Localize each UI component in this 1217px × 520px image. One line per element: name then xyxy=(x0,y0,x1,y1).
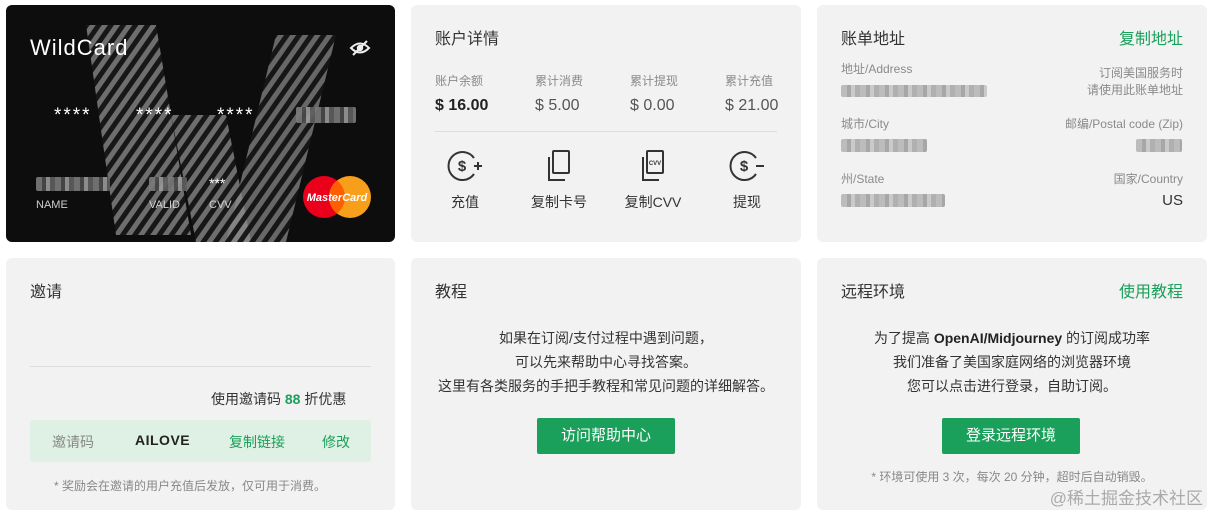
address-label: 地址/Address xyxy=(841,62,913,76)
copy-card-number-button[interactable]: 复制卡号 xyxy=(524,149,594,212)
account-divider xyxy=(435,131,777,132)
card-valid-blurred xyxy=(149,177,187,191)
tutorial-line-3: 这里有各类服务的手把手教程和常见问题的详细解答。 xyxy=(438,378,774,394)
account-details-title: 账户详情 xyxy=(435,31,500,48)
card-name-blurred xyxy=(36,177,110,191)
copy-card-icon xyxy=(548,150,570,181)
tutorial-panel: 教程 如果在订阅/支付过程中遇到问题， 可以先来帮助中心寻找答案。 这里有各类服… xyxy=(411,258,801,510)
state-label: 州/State xyxy=(841,172,885,186)
watermark: @稀土掘金技术社区 xyxy=(1049,489,1203,508)
city-label: 城市/City xyxy=(841,117,890,131)
zip-label: 邮编/Postal code (Zip) xyxy=(1064,117,1183,131)
svg-text:MasterCard: MasterCard xyxy=(307,192,368,204)
copy-card-number-label: 复制卡号 xyxy=(531,194,587,210)
withdraw-label: 提现 xyxy=(733,194,761,210)
stat-spent: 累计消费 $ 5.00 xyxy=(535,72,583,115)
stat-spent-label: 累计消费 xyxy=(535,74,584,88)
dollar-minus-icon: $ xyxy=(729,151,764,181)
login-remote-env-button[interactable]: 登录远程环境 xyxy=(942,418,1080,454)
card-number-group-2: **** xyxy=(136,105,174,126)
copy-address-link[interactable]: 复制地址 xyxy=(1119,25,1183,49)
stat-withdrawn: 累计提现 $ 0.00 xyxy=(630,72,678,115)
mastercard-logo-icon: MasterCard xyxy=(303,176,371,218)
stat-spent-value: $ 5.00 xyxy=(535,97,580,114)
tutorial-title: 教程 xyxy=(435,284,468,301)
card-number-last-blurred xyxy=(296,107,356,123)
state-value-blurred xyxy=(841,194,945,207)
stat-recharged-value: $ 21.00 xyxy=(725,97,779,114)
stat-withdrawn-value: $ 0.00 xyxy=(630,97,675,114)
card-number-group-3: **** xyxy=(217,105,255,126)
billing-address-panel: 账单地址 复制地址 地址/Address 订阅美国服务时 请使用此账单地址 城市… xyxy=(817,5,1207,242)
address-value-blurred xyxy=(841,85,987,97)
wildcard-card: WildCard **** **** **** *** NAME VALID C… xyxy=(6,5,395,242)
stat-balance: 账户余额 $ 16.00 xyxy=(435,72,488,115)
billing-title: 账单地址 xyxy=(841,31,906,48)
invite-discount-text: 使用邀请码 88 折优惠 xyxy=(211,391,347,407)
card-number-group-1: **** xyxy=(54,105,92,126)
card-name-label: NAME xyxy=(36,199,68,211)
remote-env-title: 远程环境 xyxy=(841,284,906,301)
svg-text:CVV: CVV xyxy=(649,161,661,167)
tutorial-line-2: 可以先来帮助中心寻找答案。 xyxy=(515,354,697,370)
country-value: US xyxy=(1162,192,1183,209)
zip-value-blurred xyxy=(1136,139,1182,152)
copy-cvv-label: 复制CVV xyxy=(624,194,682,210)
address-note-2: 请使用此账单地址 xyxy=(1086,83,1183,97)
remote-env-description: 为了提高 OpenAI/Midjourney 的订阅成功率 我们准备了美国家庭网… xyxy=(817,326,1207,398)
stat-withdrawn-label: 累计提现 xyxy=(630,74,679,88)
stat-recharged-label: 累计充值 xyxy=(725,74,774,88)
copy-cvv-button[interactable]: CVV 复制CVV xyxy=(618,149,688,212)
remote-line-3: 您可以点击进行登录，自助订阅。 xyxy=(907,378,1117,394)
address-note-1: 订阅美国服务时 xyxy=(1098,66,1183,80)
invite-panel: 邀请 xyxy=(6,258,395,510)
account-details-panel: 账户详情 账户余额 $ 16.00 累计消费 $ 5.00 累计提现 $ 0.0… xyxy=(411,5,801,242)
card-cvv-value: *** xyxy=(209,175,226,191)
invite-code-label: 邀请码 xyxy=(52,434,94,450)
recharge-button[interactable]: $ 充值 xyxy=(430,149,500,212)
visit-help-center-button[interactable]: 访问帮助中心 xyxy=(537,418,675,454)
tutorial-line-1: 如果在订阅/支付过程中遇到问题， xyxy=(499,330,713,346)
remote-env-panel: 远程环境 使用教程 为了提高 OpenAI/Midjourney 的订阅成功率 … xyxy=(817,258,1207,510)
svg-text:$: $ xyxy=(458,158,467,175)
recharge-label: 充值 xyxy=(451,194,479,210)
copy-invite-link-button[interactable]: 复制链接 xyxy=(229,432,285,452)
invite-discount-number: 88 xyxy=(284,391,301,407)
dollar-plus-icon: $ xyxy=(447,151,482,181)
invite-code-bar: 邀请码 AILOVE 复制链接 修改 xyxy=(30,420,371,462)
remote-env-tutorial-link[interactable]: 使用教程 xyxy=(1119,278,1183,302)
invite-title: 邀请 xyxy=(30,284,63,301)
remote-env-note: * 环境可使用 3 次，每次 20 分钟，超时后自动销毁。 xyxy=(871,470,1153,484)
card-brand: WildCard xyxy=(30,35,129,60)
eye-off-icon[interactable] xyxy=(349,39,371,62)
stat-balance-value: $ 16.00 xyxy=(435,97,489,114)
country-label: 国家/Country xyxy=(1113,172,1183,186)
remote-line-1: 为了提高 OpenAI/Midjourney 的订阅成功率 xyxy=(873,330,1151,346)
edit-invite-code-button[interactable]: 修改 xyxy=(322,432,350,452)
invite-code-value: AILOVE xyxy=(135,432,191,448)
city-value-blurred xyxy=(841,139,927,152)
invite-note: * 奖励会在邀请的用户充值后发放，仅可用于消费。 xyxy=(54,479,327,493)
copy-cvv-icon: CVV xyxy=(642,150,664,181)
card-valid-label: VALID xyxy=(149,199,180,211)
remote-line-2: 我们准备了美国家庭网络的浏览器环境 xyxy=(893,354,1131,370)
svg-text:$: $ xyxy=(740,158,749,175)
card-cvv-label: CVV xyxy=(209,199,232,211)
tutorial-description: 如果在订阅/支付过程中遇到问题， 可以先来帮助中心寻找答案。 这里有各类服务的手… xyxy=(411,326,801,398)
invite-divider xyxy=(30,366,371,367)
stat-recharged: 累计充值 $ 21.00 xyxy=(725,72,778,115)
stat-balance-label: 账户余额 xyxy=(435,74,484,88)
withdraw-button[interactable]: $ 提现 xyxy=(712,149,782,212)
